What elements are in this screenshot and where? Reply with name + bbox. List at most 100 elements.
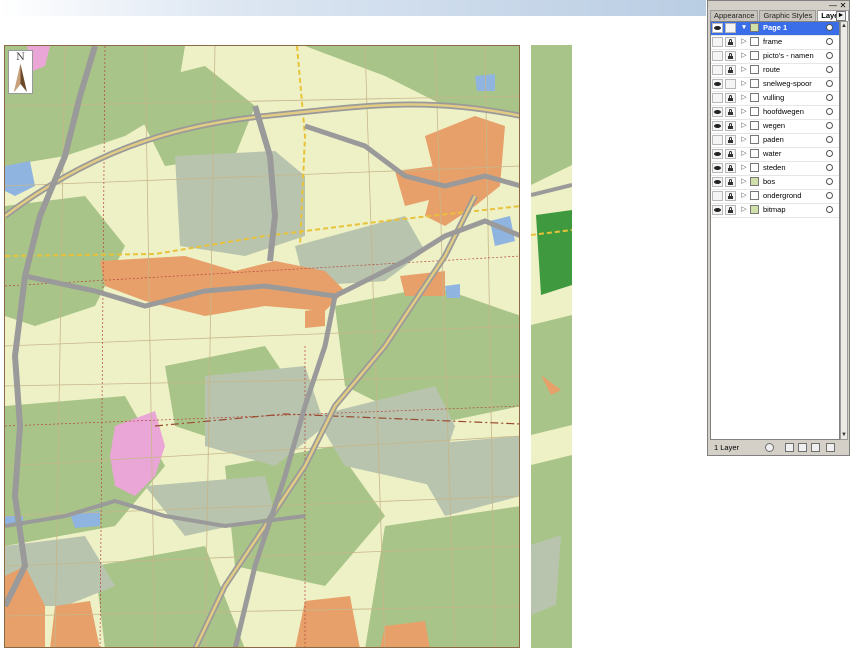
triangle-right-icon[interactable]: ▷ <box>740 50 748 62</box>
layer-row[interactable]: ▷ steden <box>711 162 839 176</box>
triangle-right-icon[interactable]: ▷ <box>740 120 748 132</box>
visibility-toggle[interactable] <box>712 191 723 201</box>
layer-name: vulling <box>763 93 785 102</box>
target-circle-icon[interactable] <box>826 164 833 171</box>
tab-appearance[interactable]: Appearance <box>710 10 759 21</box>
layer-name: bos <box>763 177 776 186</box>
visibility-toggle[interactable] <box>712 163 723 173</box>
lock-toggle[interactable] <box>725 79 736 89</box>
eye-icon <box>714 82 721 86</box>
lock-toggle[interactable] <box>725 107 736 117</box>
target-circle-icon[interactable] <box>826 66 833 73</box>
eye-icon <box>714 110 721 114</box>
target-circle-icon[interactable] <box>826 38 833 45</box>
scroll-down-icon[interactable]: ▼ <box>841 431 847 439</box>
lock-toggle[interactable] <box>725 51 736 61</box>
layer-row[interactable]: ▷ bos <box>711 176 839 190</box>
layer-row[interactable]: ▷ hoofdwegen <box>711 106 839 120</box>
visibility-toggle[interactable] <box>712 37 723 47</box>
visibility-toggle[interactable] <box>712 177 723 187</box>
triangle-right-icon[interactable]: ▷ <box>740 92 748 104</box>
target-circle-icon[interactable] <box>826 178 833 185</box>
eye-icon <box>714 26 721 30</box>
layer-thumbnail <box>750 37 759 46</box>
visibility-toggle[interactable] <box>712 93 723 103</box>
new-sublayer-icon[interactable] <box>785 443 794 452</box>
lock-toggle[interactable] <box>725 163 736 173</box>
triangle-right-icon[interactable]: ▷ <box>740 162 748 174</box>
triangle-right-icon[interactable]: ▷ <box>740 106 748 118</box>
target-circle-icon[interactable] <box>826 206 833 213</box>
new-layer-icon[interactable] <box>798 443 807 452</box>
layer-list[interactable]: ▾ Page 1 ▷ frame ▷ picto's - namen ▷ route ▷ snel… <box>710 21 840 440</box>
layer-row[interactable]: ▷ frame <box>711 36 839 50</box>
lock-toggle[interactable] <box>725 205 736 215</box>
layer-row[interactable]: ▷ ondergrond <box>711 190 839 204</box>
layers-panel: — ✕ Appearance Graphic Styles Layers ► ▾… <box>707 0 850 456</box>
panel-menu-icon[interactable]: ► <box>836 11 846 21</box>
target-circle-icon[interactable] <box>826 108 833 115</box>
layer-row[interactable]: ▷ picto's - namen <box>711 50 839 64</box>
visibility-toggle[interactable] <box>712 121 723 131</box>
layer-row[interactable]: ▷ water <box>711 148 839 162</box>
map-canvas[interactable]: N <box>4 45 520 648</box>
target-circle-icon[interactable] <box>826 150 833 157</box>
triangle-right-icon[interactable]: ▷ <box>740 134 748 146</box>
lock-toggle[interactable] <box>725 177 736 187</box>
visibility-toggle[interactable] <box>712 205 723 215</box>
scroll-up-icon[interactable]: ▲ <box>841 22 847 30</box>
lock-toggle[interactable] <box>725 93 736 103</box>
visibility-toggle[interactable] <box>712 107 723 117</box>
visibility-toggle[interactable] <box>712 135 723 145</box>
target-circle-icon[interactable] <box>826 192 833 199</box>
layer-thumbnail <box>750 79 759 88</box>
lock-toggle[interactable] <box>725 135 736 145</box>
visibility-toggle[interactable] <box>712 65 723 75</box>
triangle-right-icon[interactable]: ▷ <box>740 204 748 216</box>
triangle-right-icon[interactable]: ▷ <box>740 148 748 160</box>
make-clipping-mask-icon[interactable] <box>765 443 774 452</box>
layer-row[interactable]: ▷ route <box>711 64 839 78</box>
lock-toggle[interactable] <box>725 191 736 201</box>
triangle-down-icon[interactable]: ▾ <box>740 22 748 34</box>
layer-row[interactable]: ▷ wegen <box>711 120 839 134</box>
tab-graphic-styles[interactable]: Graphic Styles <box>759 10 817 21</box>
layer-list-scrollbar[interactable]: ▲ ▼ <box>840 21 848 440</box>
delete-layer-icon[interactable] <box>826 443 835 452</box>
target-circle-icon[interactable] <box>826 136 833 143</box>
lock-toggle[interactable] <box>725 65 736 75</box>
triangle-right-icon[interactable]: ▷ <box>740 176 748 188</box>
target-circle-icon[interactable] <box>826 94 833 101</box>
visibility-toggle[interactable] <box>712 23 723 33</box>
target-circle-icon[interactable] <box>826 52 833 59</box>
triangle-right-icon[interactable]: ▷ <box>740 36 748 48</box>
target-circle-icon[interactable] <box>826 80 833 87</box>
layer-row[interactable]: ▷ snelweg-spoor <box>711 78 839 92</box>
visibility-toggle[interactable] <box>712 79 723 89</box>
layer-row[interactable]: ▷ bitmap <box>711 204 839 218</box>
target-circle-icon[interactable] <box>826 122 833 129</box>
target-circle-icon[interactable] <box>826 24 833 31</box>
triangle-right-icon[interactable]: ▷ <box>740 64 748 76</box>
duplicate-layer-icon[interactable] <box>811 443 820 452</box>
layer-name: bitmap <box>763 205 786 214</box>
lock-toggle[interactable] <box>725 149 736 159</box>
layer-row[interactable]: ▷ paden <box>711 134 839 148</box>
minimize-icon[interactable]: — <box>829 2 837 10</box>
layer-row[interactable]: ▾ Page 1 <box>711 22 839 36</box>
lock-icon <box>728 109 733 115</box>
triangle-right-icon[interactable]: ▷ <box>740 78 748 90</box>
layer-row[interactable]: ▷ vulling <box>711 92 839 106</box>
lock-toggle[interactable] <box>725 23 736 33</box>
visibility-toggle[interactable] <box>712 51 723 61</box>
visibility-toggle[interactable] <box>712 149 723 159</box>
layer-name: Page 1 <box>763 23 788 32</box>
adjacent-map-strip[interactable] <box>531 45 572 648</box>
adjacent-map-artwork <box>531 45 572 648</box>
lock-toggle[interactable] <box>725 37 736 47</box>
lock-toggle[interactable] <box>725 121 736 131</box>
close-icon[interactable]: ✕ <box>839 2 847 10</box>
triangle-right-icon[interactable]: ▷ <box>740 190 748 202</box>
eye-icon <box>714 208 721 212</box>
lock-icon <box>728 207 733 213</box>
